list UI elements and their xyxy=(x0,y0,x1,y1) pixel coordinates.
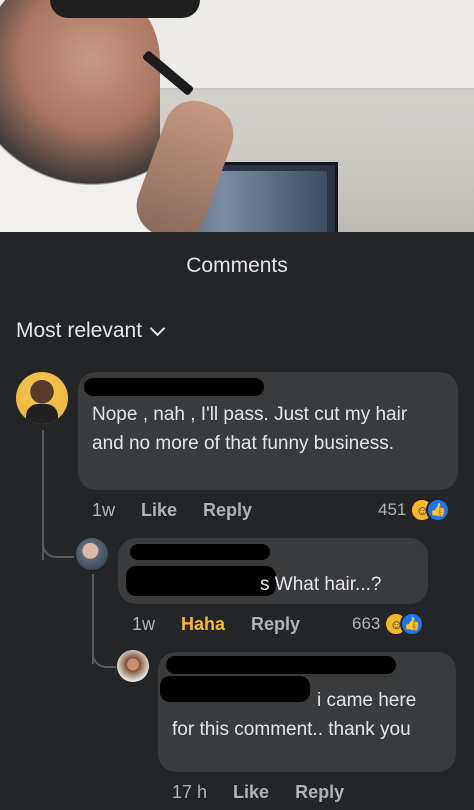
like-icon: 👍 xyxy=(400,612,425,636)
avatar[interactable] xyxy=(117,650,149,682)
comment-actions: 1w Like Reply xyxy=(92,500,278,521)
cap xyxy=(50,0,200,18)
sort-label: Most relevant xyxy=(16,319,143,342)
chevron-down-icon xyxy=(149,320,166,336)
reaction-count: 663 xyxy=(352,614,381,633)
reply-button[interactable]: Reply xyxy=(295,782,344,803)
avatar[interactable] xyxy=(16,372,68,424)
redacted-name xyxy=(166,656,396,674)
redacted-name xyxy=(130,544,270,560)
comment-actions: 17 h Like Reply xyxy=(172,782,370,803)
redacted-name xyxy=(84,378,264,396)
reply-button[interactable]: Reply xyxy=(203,500,252,521)
reaction-count: 451 xyxy=(378,500,407,519)
like-button[interactable]: Like xyxy=(141,500,177,521)
reaction-summary[interactable]: 663 ☺ 👍 xyxy=(352,612,425,636)
avatar[interactable] xyxy=(76,538,108,570)
comment-text: s What hair...? xyxy=(260,574,382,595)
comment-actions: 1w Haha Reply xyxy=(132,614,326,635)
like-icon: 👍 xyxy=(426,498,451,522)
comment-text-content: i came here for this comment.. thank you xyxy=(172,690,417,740)
comment-time: 1w xyxy=(132,614,156,634)
like-button[interactable]: Like xyxy=(233,782,269,803)
sheet-title: Comments xyxy=(186,254,288,277)
haha-button[interactable]: Haha xyxy=(181,614,225,635)
thread-connector xyxy=(42,530,74,558)
comment-time: 17 h xyxy=(172,782,208,802)
video-preview[interactable] xyxy=(0,0,474,232)
reply-button[interactable]: Reply xyxy=(251,614,300,635)
reaction-summary[interactable]: 451 ☺ 👍 xyxy=(378,498,451,522)
sort-dropdown[interactable]: Most relevant xyxy=(16,319,166,343)
redacted-text xyxy=(126,566,276,596)
thread-connector xyxy=(92,640,116,668)
comment-time: 1w xyxy=(92,500,116,520)
comment-text: i came here for this comment.. thank you xyxy=(172,686,442,744)
comment-text: Nope , nah , I'll pass. Just cut my hair… xyxy=(92,404,408,454)
person-figure xyxy=(0,0,160,232)
